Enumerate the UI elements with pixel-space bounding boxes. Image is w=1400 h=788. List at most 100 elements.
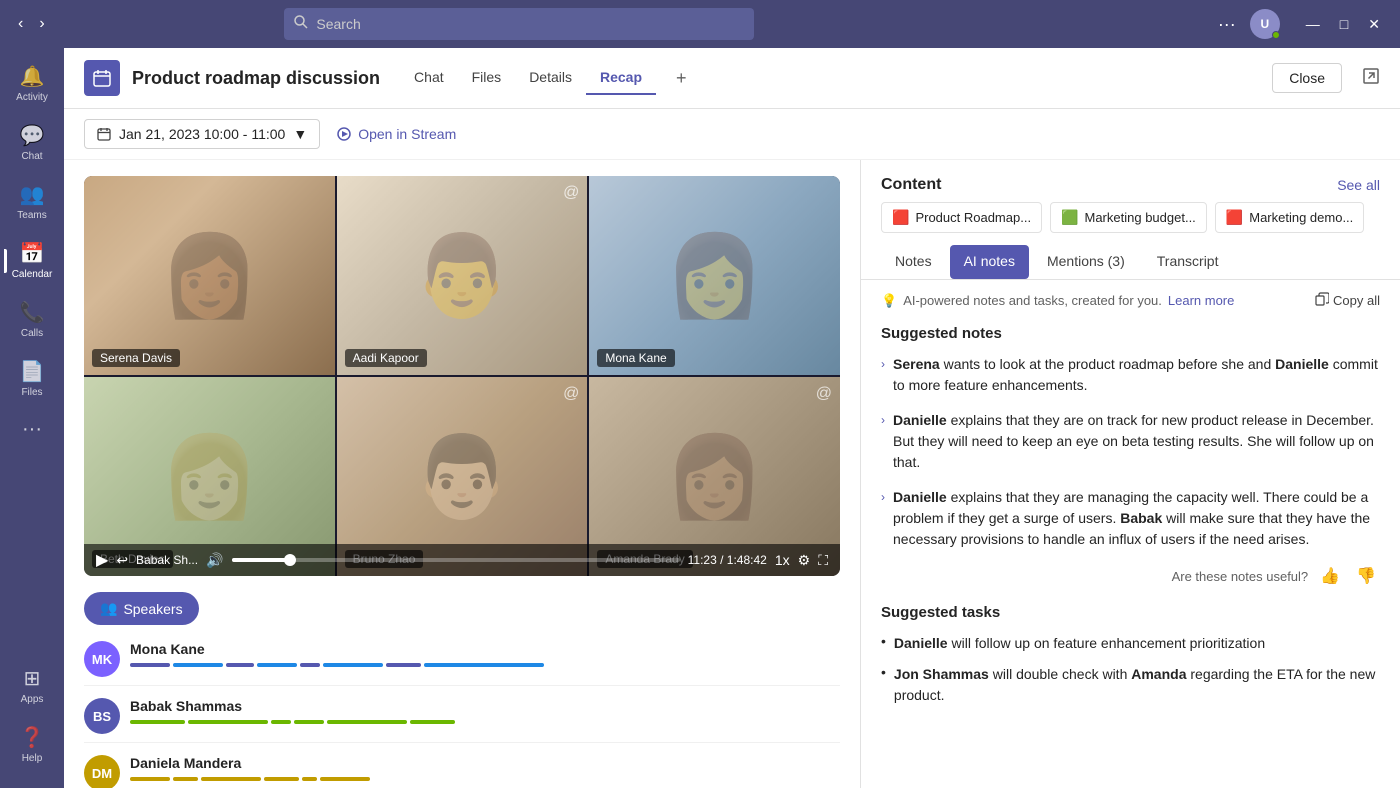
notes-content: 💡 AI-powered notes and tasks, created fo… xyxy=(861,280,1400,788)
file-ppt-name: Product Roadmap... xyxy=(915,210,1031,225)
tab-ai-notes[interactable]: AI notes xyxy=(950,245,1029,279)
tab-mentions[interactable]: Mentions (3) xyxy=(1033,245,1139,279)
speakers-section: 👥 Speakers MK Mona Kane xyxy=(84,592,840,788)
back-button[interactable]: ‹ xyxy=(12,11,29,37)
help-icon: ❓ xyxy=(20,725,45,750)
progress-handle[interactable] xyxy=(284,554,296,566)
video-cell-mona: 👩 Mona Kane xyxy=(589,176,840,375)
title-bar-right: ··· U — □ ✕ xyxy=(1214,9,1388,39)
tab-recap[interactable]: Recap xyxy=(586,61,656,95)
search-bar xyxy=(284,8,754,40)
sidebar-item-calls[interactable]: 📞 Calls xyxy=(4,292,60,347)
apps-icon: ⊞ xyxy=(24,666,41,691)
see-all-button[interactable]: See all xyxy=(1337,177,1380,193)
sidebar-item-activity[interactable]: 🔔 Activity xyxy=(4,56,60,111)
speakers-button[interactable]: 👥 Speakers xyxy=(84,592,199,625)
replay-button[interactable]: ↩ xyxy=(116,552,128,569)
mona-info: Mona Kane xyxy=(130,641,840,667)
speaker-label: Babak Sh... xyxy=(136,553,198,567)
video-overlay-controls: ▶ ↩ Babak Sh... 🔊 11:23 / 1:48:42 1x ⚙ xyxy=(84,544,840,576)
feedback-question: Are these notes useful? xyxy=(1172,569,1309,584)
calls-icon: 📞 xyxy=(20,300,45,325)
bar xyxy=(188,720,268,724)
user-avatar[interactable]: U xyxy=(1250,9,1280,39)
sidebar-item-files[interactable]: 📄 Files xyxy=(4,351,60,406)
more-icon: ··· xyxy=(22,418,42,441)
copy-icon xyxy=(1315,292,1329,309)
file-chip-xl[interactable]: 🟩 Marketing budget... xyxy=(1050,202,1207,233)
suggested-tasks-title: Suggested tasks xyxy=(881,604,1380,621)
speaker-row-daniela: DM Daniela Mandera xyxy=(84,755,840,788)
task-text-1: Danielle will follow up on feature enhan… xyxy=(894,633,1265,654)
note-chevron-2: › xyxy=(881,413,885,427)
maximize-button[interactable]: □ xyxy=(1332,12,1356,37)
mona-avatar: MK xyxy=(84,641,120,677)
ai-bulb-icon: 💡 xyxy=(881,293,897,309)
bar xyxy=(173,777,198,781)
vid-icon: 🟥 xyxy=(1226,209,1243,226)
main-layout: 🔔 Activity 💬 Chat 👥 Teams 📅 Calendar 📞 C… xyxy=(0,48,1400,788)
bar xyxy=(264,777,299,781)
popout-icon[interactable] xyxy=(1362,67,1380,90)
sidebar-item-more[interactable]: ··· xyxy=(4,410,60,449)
bar xyxy=(201,777,261,781)
panel-content-title: Content xyxy=(881,176,941,194)
bar xyxy=(226,663,254,667)
bar xyxy=(300,663,320,667)
task-text-2: Jon Shammas will double check with Amand… xyxy=(894,664,1380,706)
fullscreen-icon[interactable]: ⛶ xyxy=(818,552,828,569)
bar xyxy=(130,777,170,781)
more-options-icon[interactable]: ··· xyxy=(1214,10,1240,39)
settings-icon[interactable]: ⚙ xyxy=(798,552,811,569)
tab-notes[interactable]: Notes xyxy=(881,245,946,279)
note-text-3: Danielle explains that they are managing… xyxy=(893,487,1380,550)
close-meeting-button[interactable]: Close xyxy=(1272,63,1342,93)
danielle-at-icon: @ xyxy=(816,385,832,403)
ai-header-left: 💡 AI-powered notes and tasks, created fo… xyxy=(881,293,1234,309)
thumbs-down-button[interactable]: 👎 xyxy=(1352,564,1380,588)
open-in-stream-button[interactable]: Open in Stream xyxy=(336,126,456,142)
date-dropdown[interactable]: Jan 21, 2023 10:00 - 11:00 ▼ xyxy=(84,119,320,149)
learn-more-link[interactable]: Learn more xyxy=(1168,293,1234,308)
ppt-icon: 🟥 xyxy=(892,209,909,226)
video-grid: 👩🏾 Serena Davis 👨 Aadi Kapoor @ 👩 xyxy=(84,176,840,576)
speed-button[interactable]: 1x xyxy=(775,552,790,568)
nav-arrows: ‹ › xyxy=(12,11,51,37)
speakers-icon: 👥 xyxy=(100,600,117,617)
progress-bar[interactable] xyxy=(232,558,680,562)
sidebar-item-help[interactable]: ❓ Help xyxy=(4,717,60,772)
tab-transcript[interactable]: Transcript xyxy=(1143,245,1233,279)
meeting-title: Product roadmap discussion xyxy=(132,68,380,89)
thumbs-up-button[interactable]: 👍 xyxy=(1316,564,1344,588)
sidebar-item-calendar[interactable]: 📅 Calendar xyxy=(4,233,60,288)
bar xyxy=(323,663,383,667)
tab-chat[interactable]: Chat xyxy=(400,61,458,95)
play-pause-button[interactable]: ▶ xyxy=(96,550,108,570)
babak-speaker-name: Babak Shammas xyxy=(130,698,840,714)
add-tab-button[interactable]: + xyxy=(668,64,695,93)
sidebar: 🔔 Activity 💬 Chat 👥 Teams 📅 Calendar 📞 C… xyxy=(0,48,64,788)
mute-button[interactable]: 🔊 xyxy=(206,552,223,569)
tab-files[interactable]: Files xyxy=(458,61,516,95)
tab-details[interactable]: Details xyxy=(515,61,586,95)
file-chip-ppt[interactable]: 🟥 Product Roadmap... xyxy=(881,202,1042,233)
close-window-button[interactable]: ✕ xyxy=(1360,12,1388,37)
sidebar-item-chat[interactable]: 💬 Chat xyxy=(4,115,60,170)
task-item-1: • Danielle will follow up on feature enh… xyxy=(881,633,1380,654)
feedback-row: Are these notes useful? 👍 👎 xyxy=(881,564,1380,588)
title-bar: ‹ › ··· U — □ ✕ xyxy=(0,0,1400,48)
file-xl-name: Marketing budget... xyxy=(1085,210,1196,225)
ai-label-text: AI-powered notes and tasks, created for … xyxy=(903,293,1162,308)
minimize-button[interactable]: — xyxy=(1298,12,1328,37)
user-status-indicator xyxy=(1272,31,1280,39)
copy-all-button[interactable]: Copy all xyxy=(1315,292,1380,309)
speakers-list: MK Mona Kane xyxy=(84,641,840,788)
forward-button[interactable]: › xyxy=(33,11,50,37)
daniela-speaker-name: Daniela Mandera xyxy=(130,755,840,771)
file-chip-vid[interactable]: 🟥 Marketing demo... xyxy=(1215,202,1364,233)
sidebar-item-teams[interactable]: 👥 Teams xyxy=(4,174,60,229)
sidebar-item-apps[interactable]: ⊞ Apps xyxy=(4,658,60,713)
sidebar-bottom: ⊞ Apps ❓ Help xyxy=(4,658,60,780)
search-input[interactable] xyxy=(316,16,744,32)
window-controls: — □ ✕ xyxy=(1298,12,1388,37)
